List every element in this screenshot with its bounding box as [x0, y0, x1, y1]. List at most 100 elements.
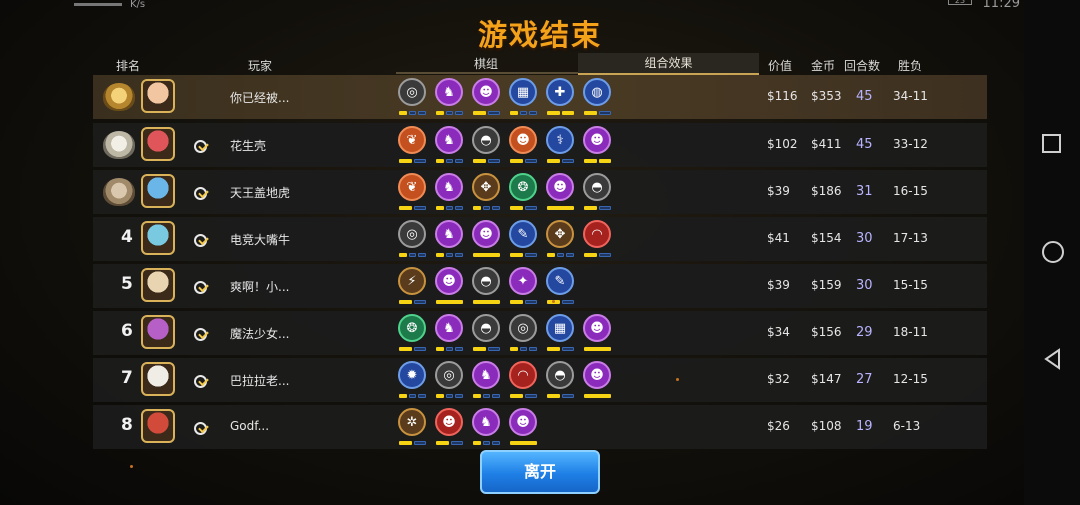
synergy-emblem-icon: ♞ [435, 173, 463, 201]
synergy-icon[interactable]: ✲ [396, 407, 428, 447]
synergy-icon[interactable]: ☻ [544, 172, 576, 212]
synergy-icon[interactable]: ✎ [544, 266, 576, 306]
avatar[interactable] [141, 268, 175, 302]
status-bar: K/s 23 11:29 [0, 0, 1024, 11]
leaderboard-row[interactable]: 8 Godf... ✲ ☻ ♞ ☻ $26 $108 19 6-13 [93, 405, 987, 449]
synergy-pip [399, 159, 412, 163]
synergy-icon[interactable]: ♞ [470, 407, 502, 447]
avatar[interactable] [141, 174, 175, 208]
record-cell: 12-15 [893, 372, 928, 386]
synergy-icon[interactable]: ☻ [433, 407, 465, 447]
leave-button[interactable]: 离开 [480, 450, 600, 494]
leaderboard-row[interactable]: 6 魔法少女... ❂ ♞ ◓ ◎ ▦ ☻ $34 $156 29 18-11 [93, 311, 987, 355]
synergy-icon[interactable]: ✚ [544, 77, 576, 117]
synergy-icon[interactable]: ▦ [507, 77, 539, 117]
synergy-level-pips [399, 441, 426, 446]
recent-apps-icon[interactable] [1042, 134, 1061, 153]
synergy-pip [529, 347, 538, 351]
tab-combo-effects[interactable]: 组合效果 [578, 53, 759, 75]
synergy-icon[interactable]: ◠ [581, 219, 613, 259]
synergy-icon[interactable]: ⚡ [396, 266, 428, 306]
synergy-icon[interactable]: ♞ [433, 77, 465, 117]
synergy-pip [445, 253, 454, 257]
avatar[interactable] [141, 315, 175, 349]
leaderboard-row[interactable]: 4 电竞大嘴牛 ◎ ♞ ☻ ✎ ✥ ◠ $41 $154 30 17-13 [93, 217, 987, 261]
synergy-icon[interactable]: ✥ [544, 219, 576, 259]
synergy-icon[interactable]: ◓ [470, 313, 502, 353]
synergy-pip [584, 347, 611, 351]
synergy-icon[interactable]: ◎ [507, 313, 539, 353]
synergy-icon[interactable]: ❦ [396, 172, 428, 212]
synergy-level-pips [547, 159, 574, 164]
synergy-icon[interactable]: ◎ [433, 360, 465, 400]
synergy-icon[interactable]: ♞ [470, 360, 502, 400]
avatar[interactable] [141, 221, 175, 255]
synergy-icon[interactable]: ◓ [544, 360, 576, 400]
leaderboard-row[interactable]: 花生壳 ❦ ♞ ◓ ☻ ⚕ ☻ $102 $411 45 33-12 [93, 123, 987, 167]
avatar[interactable] [141, 362, 175, 396]
home-icon[interactable] [1042, 241, 1064, 263]
battery-icon: 23 [948, 0, 972, 5]
synergy-icon[interactable]: ✹ [396, 360, 428, 400]
synergy-emblem-icon: ◓ [472, 314, 500, 342]
synergy-icon[interactable]: ☻ [470, 77, 502, 117]
synergy-level-pips [399, 300, 426, 305]
synergy-icon[interactable]: ◎ [396, 219, 428, 259]
synergy-pip [487, 159, 500, 163]
synergy-pip [492, 206, 501, 210]
synergy-icon[interactable]: ✦ [507, 266, 539, 306]
synergy-icon[interactable]: ❂ [507, 172, 539, 212]
synergy-pip [556, 253, 565, 257]
synergy-emblem-icon: ▦ [509, 78, 537, 106]
synergy-level-pips [584, 111, 611, 116]
synergy-pip [399, 206, 412, 210]
synergy-icon[interactable]: ◓ [470, 266, 502, 306]
synergy-icon[interactable]: ❦ [396, 125, 428, 165]
synergy-icon[interactable]: ◎ [396, 77, 428, 117]
synergy-icon[interactable]: ♞ [433, 219, 465, 259]
synergy-emblem-icon: ◠ [583, 220, 611, 248]
synergy-pip [399, 253, 407, 257]
synergy-icon[interactable]: ♞ [433, 125, 465, 165]
leaderboard-row[interactable]: 7 巴拉拉老... ✹ ◎ ♞ ◠ ◓ ☻ $32 $147 27 12-15 [93, 358, 987, 402]
synergy-icon[interactable]: ☻ [433, 266, 465, 306]
synergy-pip [473, 159, 486, 163]
ember-particle [552, 300, 555, 303]
back-icon[interactable] [1042, 348, 1064, 370]
synergy-pip [547, 394, 560, 398]
synergy-pip [418, 253, 427, 257]
synergy-pip [584, 394, 611, 398]
synergy-icon[interactable]: ◓ [581, 172, 613, 212]
avatar[interactable] [141, 409, 175, 443]
avatar[interactable] [141, 127, 175, 161]
gold-cell: $186 [811, 184, 842, 198]
avatar[interactable] [141, 79, 175, 113]
synergy-icon[interactable]: ☻ [581, 360, 613, 400]
leaderboard-row[interactable]: 5 爽啊！小... ⚡ ☻ ◓ ✦ ✎ $39 $159 30 15-15 [93, 264, 987, 308]
synergy-icon[interactable]: ☻ [507, 125, 539, 165]
leaderboard-row[interactable]: 你已经被... ◎ ♞ ☻ ▦ ✚ ◍ $116 $353 45 34-11 [93, 75, 987, 119]
synergy-icon[interactable]: ▦ [544, 313, 576, 353]
synergy-level-pips [399, 111, 427, 116]
synergy-icon[interactable]: ◍ [581, 77, 613, 117]
synergy-pip [436, 394, 444, 398]
leaderboard-row[interactable]: 天王盖地虎 ❦ ♞ ✥ ❂ ☻ ◓ $39 $186 31 16-15 [93, 170, 987, 214]
synergy-level-pips [436, 206, 464, 211]
tab-pieces[interactable]: 棋组 [474, 55, 498, 72]
header-rounds: 回合数 [844, 59, 881, 73]
synergy-level-pips [399, 159, 426, 164]
synergy-icon[interactable]: ◓ [470, 125, 502, 165]
synergy-icon[interactable]: ✥ [470, 172, 502, 212]
synergy-icon[interactable]: ✎ [507, 219, 539, 259]
synergy-icon[interactable]: ☻ [581, 125, 613, 165]
synergy-level-pips [473, 159, 500, 164]
synergy-icon[interactable]: ☻ [470, 219, 502, 259]
synergy-icon[interactable]: ❂ [396, 313, 428, 353]
synergy-icon[interactable]: ♞ [433, 172, 465, 212]
synergy-icon[interactable]: ♞ [433, 313, 465, 353]
synergy-icon[interactable]: ⚕ [544, 125, 576, 165]
synergy-icon[interactable]: ◠ [507, 360, 539, 400]
friend-status-icon [193, 185, 207, 200]
synergy-icon[interactable]: ☻ [507, 407, 539, 447]
synergy-icon[interactable]: ☻ [581, 313, 613, 353]
